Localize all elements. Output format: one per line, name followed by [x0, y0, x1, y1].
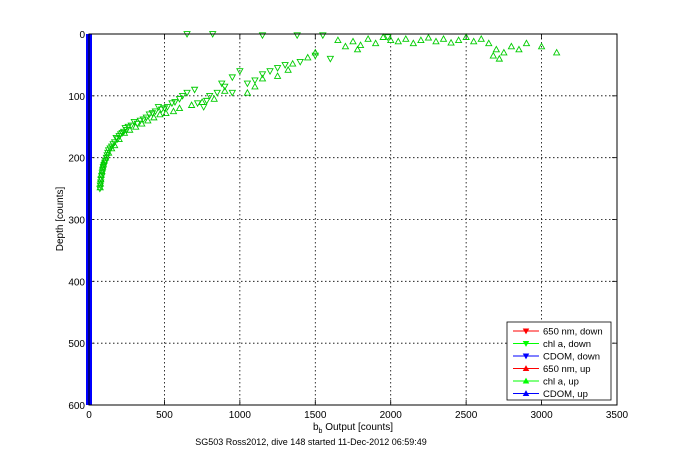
x-tick-label: 2500 [455, 410, 478, 421]
legend-label: chl a, down [543, 339, 591, 350]
x-tick-label: 2000 [380, 410, 403, 421]
x-tick-label: 1000 [229, 410, 252, 421]
caption: SG503 Ross2012, dive 148 started 11-Dec-… [195, 437, 427, 447]
x-tick-label: 3000 [530, 410, 553, 421]
chart-figure: 0 500 1000 1500 2000 2500 3000 3500 0 100 200 300 4… [0, 0, 681, 454]
chart-svg: 0 500 1000 1500 2000 2500 3000 3500 0 100 200 300 4… [55, 30, 629, 447]
legend: 650 nm, downchl a, down CDOM, down650 nm,… [506, 321, 612, 401]
y-tick-label: 0 [79, 30, 85, 41]
x-tick-label: 3500 [606, 410, 629, 421]
x-tick-label: 1500 [304, 410, 327, 421]
y-tick-label: 300 [68, 216, 85, 227]
y-tick-label: 600 [68, 401, 85, 412]
x-axis-label-rest: Output [counts] [322, 422, 393, 433]
legend-label: CDOM, up [543, 389, 588, 400]
legend-label: 650 nm, up [543, 364, 591, 375]
x-axis-label: bb Output [counts] [313, 422, 393, 435]
y-tick-label: 500 [68, 339, 85, 350]
y-axis-label: Depth [counts] [55, 187, 66, 252]
x-tick-label: 0 [86, 410, 92, 421]
y-tick-label: 200 [68, 154, 85, 165]
x-tick-label: 500 [156, 410, 173, 421]
legend-label: 650 nm, down [543, 327, 603, 338]
legend-label: chl a, up [543, 377, 579, 388]
y-tick-label: 100 [68, 92, 85, 103]
legend-label: CDOM, down [543, 352, 600, 363]
y-tick-label: 400 [68, 277, 85, 288]
